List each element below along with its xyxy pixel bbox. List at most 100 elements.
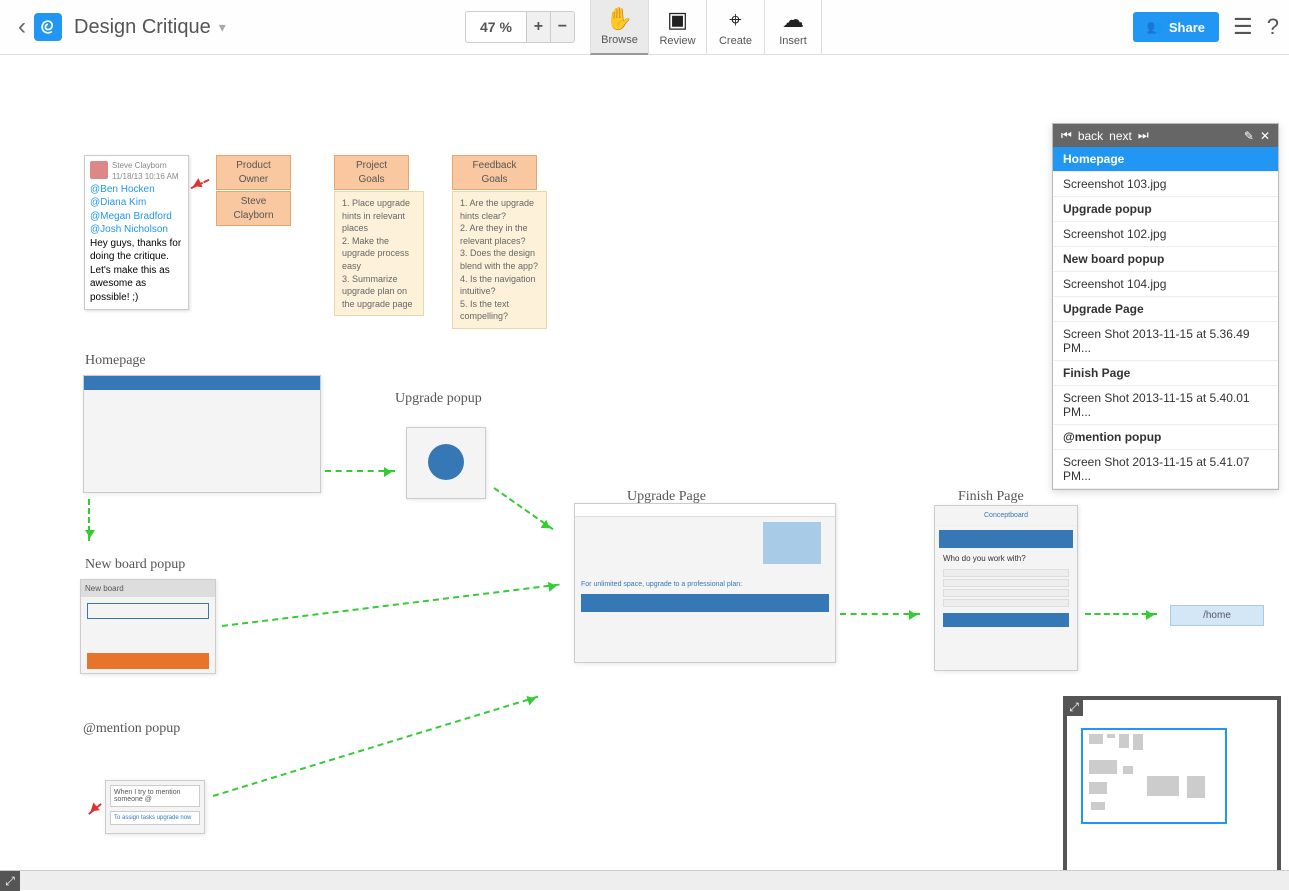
section-navigator: ⏮ back next ⏭ ✎ ✕ HomepageScreenshot 103… — [1052, 123, 1279, 490]
nav-item[interactable]: Homepage — [1053, 147, 1278, 172]
expand-icon[interactable]: ⤢ — [0, 871, 20, 891]
pointer-arrow — [191, 179, 210, 189]
tool-label: Browse — [601, 34, 638, 46]
minimap-collapse-icon[interactable]: ⤢ — [1065, 698, 1083, 716]
nav-header: ⏮ back next ⏭ ✎ ✕ — [1053, 124, 1278, 147]
tool-browse[interactable]: ✋ Browse — [590, 0, 648, 55]
board-title[interactable]: Design Critique — [74, 16, 211, 39]
nav-item[interactable]: Upgrade popup — [1053, 197, 1278, 222]
tool-create[interactable]: ⌖ Create — [706, 0, 764, 55]
minimap-item — [1089, 760, 1117, 774]
minimap[interactable]: ⤢ — [1063, 696, 1281, 870]
minimap-item — [1119, 734, 1129, 748]
share-button[interactable]: 👥 Share — [1133, 12, 1219, 42]
flow-arrow — [840, 613, 920, 615]
nav-next-icon[interactable]: ⏭ — [1138, 128, 1149, 143]
mention: @Josh Nicholson — [90, 223, 183, 237]
nav-item[interactable]: Screen Shot 2013-11-15 at 5.36.49 PM... — [1053, 322, 1278, 361]
heading-finish-page: Finish Page — [958, 489, 1024, 505]
flow-arrow — [1085, 613, 1157, 615]
mock-upgrade-sub: For unlimited space, upgrade to a profes… — [581, 581, 829, 588]
right-actions: 👥 Share ☰ ? — [1133, 12, 1279, 42]
hand-icon: ✋ — [606, 6, 633, 32]
tool-review[interactable]: ▣ Review — [648, 0, 706, 55]
tool-label: Review — [659, 35, 695, 47]
nav-item[interactable]: Screenshot 104.jpg — [1053, 272, 1278, 297]
screenshot-new-board[interactable]: New board — [80, 579, 216, 674]
label-product-owner[interactable]: Product Owner — [216, 155, 291, 190]
nav-item[interactable]: @mention popup — [1053, 425, 1278, 450]
nav-next[interactable]: next — [1109, 129, 1132, 143]
mock-banner — [581, 594, 829, 612]
minimap-item — [1089, 782, 1107, 794]
heading-mention-popup: @mention popup — [83, 721, 180, 737]
minimap-item — [1091, 802, 1105, 810]
minimap-item — [1187, 776, 1205, 798]
mock-input — [943, 589, 1069, 597]
note-project-goals[interactable]: 1. Place upgrade hints in relevant place… — [334, 191, 424, 316]
label-steve[interactable]: Steve Clayborn — [216, 191, 291, 226]
nav-item[interactable]: New board popup — [1053, 247, 1278, 272]
screenshot-homepage[interactable] — [83, 375, 321, 493]
nav-item[interactable]: Screen Shot 2013-11-15 at 5.40.01 PM... — [1053, 386, 1278, 425]
comment-card[interactable]: Steve Clayborn 11/18/13 10:16 AM @Ben Ho… — [84, 155, 189, 310]
flow-arrow — [222, 584, 560, 627]
close-icon[interactable]: ✕ — [1260, 129, 1270, 143]
heading-new-board: New board popup — [85, 557, 185, 573]
mock-mention-text: When I try to mention someone @ — [110, 785, 200, 807]
minimap-item — [1133, 734, 1143, 750]
help-icon[interactable]: ? — [1267, 14, 1279, 40]
zoom-in-button[interactable]: + — [526, 12, 550, 42]
mention: @Megan Bradford — [90, 210, 183, 224]
mention: @Ben Hocken — [90, 183, 183, 197]
nav-back[interactable]: back — [1078, 129, 1103, 143]
pointer-arrow — [88, 803, 102, 815]
canvas[interactable]: Steve Clayborn 11/18/13 10:16 AM @Ben Ho… — [0, 55, 1289, 870]
minimap-item — [1089, 734, 1103, 744]
screenshot-upgrade-page[interactable]: For unlimited space, upgrade to a profes… — [574, 503, 836, 663]
label-feedback-goals[interactable]: Feedback Goals — [452, 155, 537, 190]
tool-insert[interactable]: ☁ Insert — [764, 0, 822, 55]
nav-item[interactable]: Finish Page — [1053, 361, 1278, 386]
list-icon[interactable]: ☰ — [1233, 14, 1253, 40]
nav-item[interactable]: Screenshot 103.jpg — [1053, 172, 1278, 197]
minimap-item — [1107, 734, 1115, 738]
mock-mention-sub: To assign tasks upgrade now — [110, 811, 200, 825]
screenshot-mention-popup[interactable]: When I try to mention someone @ To assig… — [105, 780, 205, 834]
minimap-item — [1147, 776, 1179, 796]
flow-arrow — [325, 470, 395, 472]
lock-icon — [428, 444, 464, 480]
back-button[interactable]: ‹ — [10, 13, 34, 41]
mock-banner — [939, 530, 1073, 548]
home-link-tag[interactable]: /home — [1170, 605, 1264, 626]
zoom-out-button[interactable]: − — [550, 12, 574, 42]
flow-arrow — [213, 696, 539, 797]
mock-input — [943, 599, 1069, 607]
share-label: Share — [1169, 20, 1205, 35]
screenshot-finish-page[interactable]: Conceptboard Who do you work with? — [934, 505, 1078, 671]
note-feedback-goals[interactable]: 1. Are the upgrade hints clear? 2. Are t… — [452, 191, 547, 329]
nav-item[interactable]: Screen Shot 2013-11-15 at 5.41.07 PM... — [1053, 450, 1278, 489]
nav-prev-icon[interactable]: ⏮ — [1061, 128, 1072, 143]
label-project-goals[interactable]: Project Goals — [334, 155, 409, 190]
chevron-down-icon[interactable]: ▾ — [219, 19, 226, 36]
gift-icon — [763, 522, 821, 564]
flow-arrow — [493, 487, 553, 530]
mock-complete-button — [943, 613, 1069, 627]
tool-label: Create — [719, 35, 752, 47]
tool-label: Insert — [779, 35, 807, 47]
mock-create-button — [87, 653, 209, 669]
screenshot-upgrade-popup[interactable] — [406, 427, 486, 499]
avatar — [90, 161, 108, 179]
edit-icon[interactable]: ✎ — [1244, 129, 1254, 143]
cloud-upload-icon: ☁ — [782, 7, 804, 33]
nav-item[interactable]: Screenshot 102.jpg — [1053, 222, 1278, 247]
zoom-control: 47 % + − — [465, 11, 575, 43]
zoom-value[interactable]: 47 % — [466, 13, 526, 41]
mock-logo: Conceptboard — [935, 506, 1077, 526]
nav-item[interactable]: Upgrade Page — [1053, 297, 1278, 322]
app-logo[interactable] — [34, 13, 62, 41]
minimap-item — [1123, 766, 1133, 774]
mock-question: Who do you work with? — [935, 550, 1077, 567]
heading-homepage: Homepage — [85, 353, 146, 369]
